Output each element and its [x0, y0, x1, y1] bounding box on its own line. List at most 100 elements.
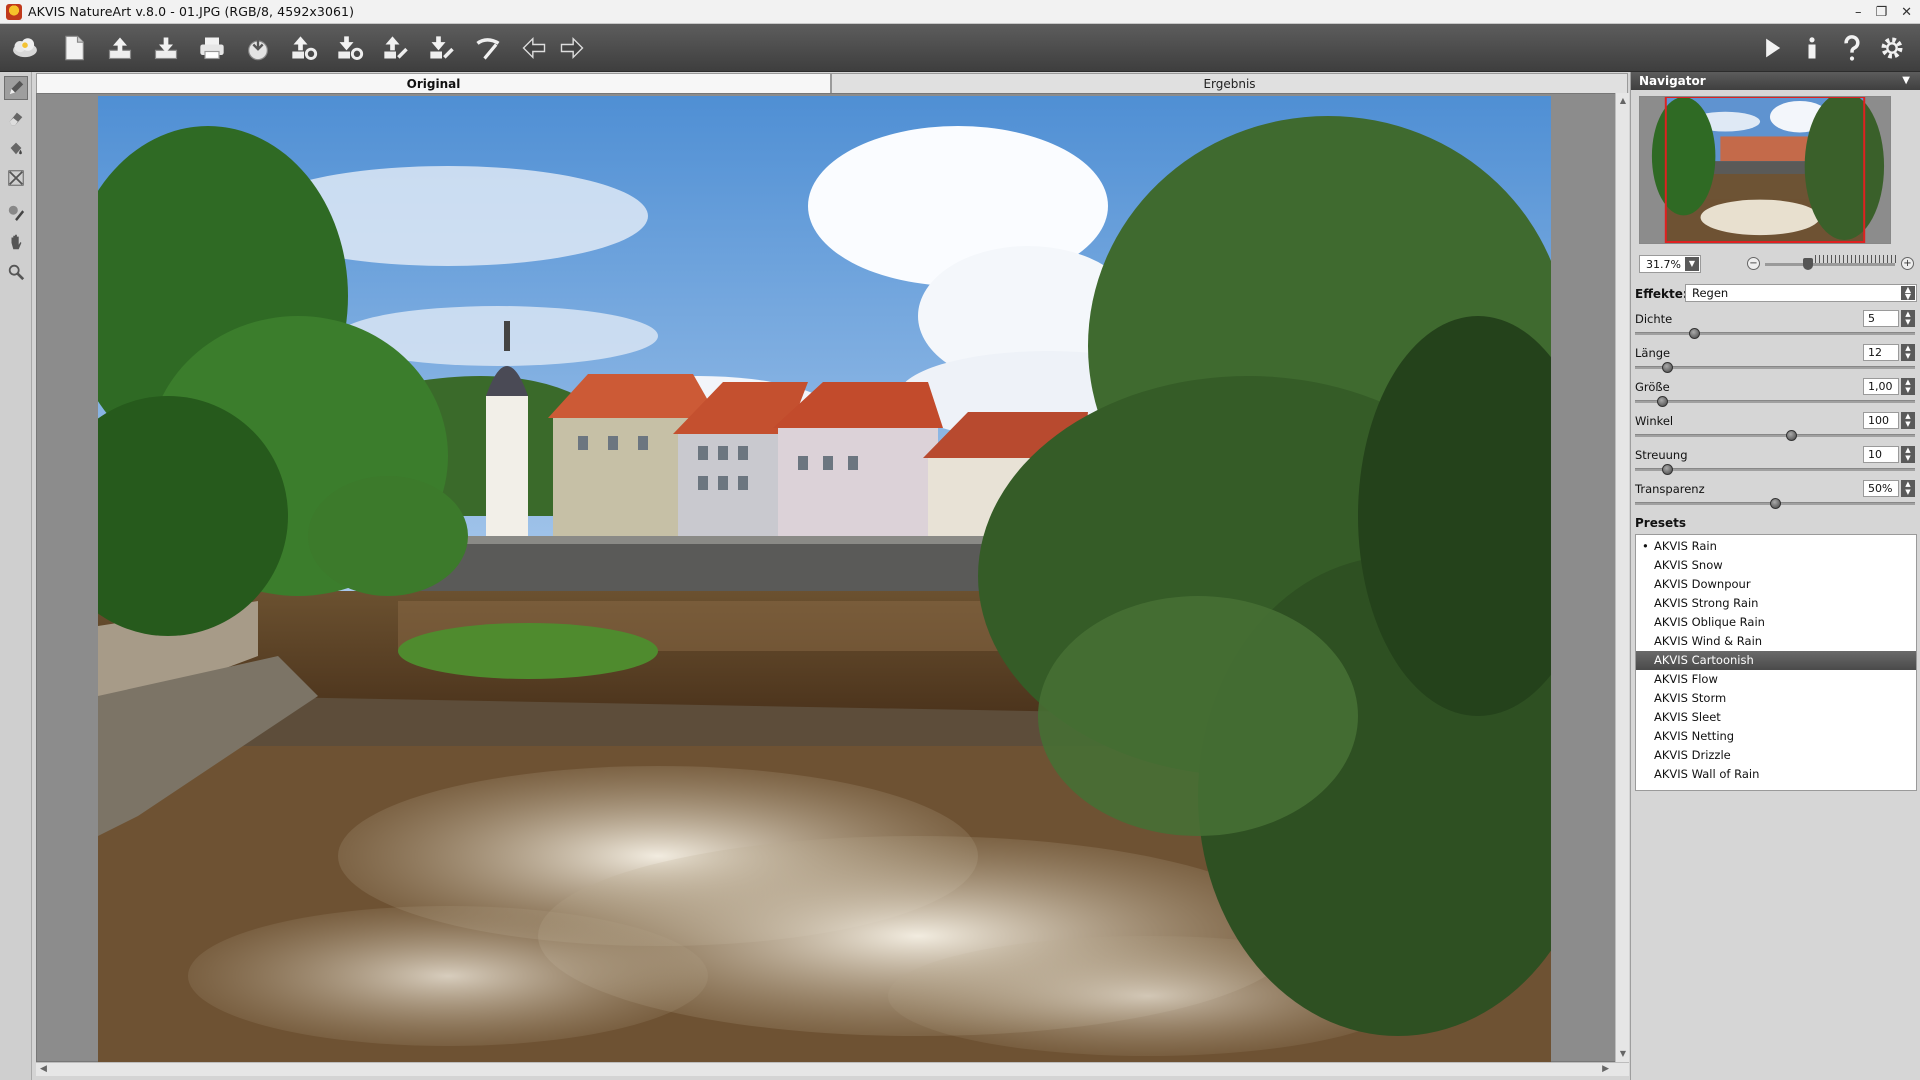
- tab-original[interactable]: Original: [36, 73, 831, 93]
- spinner-icon[interactable]: ▲ ▼: [1901, 412, 1915, 429]
- preset-item[interactable]: AKVIS Wall of Rain: [1636, 765, 1916, 784]
- zoom-slider-handle[interactable]: [1803, 258, 1813, 270]
- preset-item[interactable]: AKVIS Downpour: [1636, 575, 1916, 594]
- save-file-icon[interactable]: [150, 32, 182, 64]
- param-value-field[interactable]: 1,00: [1863, 378, 1899, 395]
- spinner-icon[interactable]: ▲ ▼: [1901, 344, 1915, 361]
- hand-icon[interactable]: [4, 230, 28, 254]
- param-value-field[interactable]: 12: [1863, 344, 1899, 361]
- photo-preview[interactable]: [98, 96, 1551, 1062]
- preset-item[interactable]: AKVIS Snow: [1636, 556, 1916, 575]
- effects-select[interactable]: Regen ▲ ▼: [1685, 284, 1917, 302]
- view-tabs: Original Ergebnis: [36, 73, 1628, 93]
- crop-icon[interactable]: [4, 166, 28, 190]
- vertical-scrollbar[interactable]: ▲ ▼: [1615, 93, 1629, 1062]
- zoom-out-icon[interactable]: −: [1747, 257, 1760, 270]
- chevron-updown-icon[interactable]: ▲ ▼: [1901, 286, 1915, 301]
- brush-settings-icon[interactable]: [472, 32, 504, 64]
- param-slider-track[interactable]: [1635, 332, 1915, 335]
- param-slider-handle[interactable]: [1657, 396, 1668, 407]
- pencil-icon[interactable]: [4, 76, 28, 100]
- open-file-icon[interactable]: [104, 32, 136, 64]
- zoom-field[interactable]: 31.7% ▼: [1639, 255, 1701, 273]
- magic-brush-icon[interactable]: [4, 200, 28, 224]
- param-0: Dichte 5 ▲ ▼: [1635, 310, 1917, 342]
- batch-settings-icon[interactable]: [288, 32, 320, 64]
- import-icon[interactable]: [242, 32, 274, 64]
- close-button[interactable]: ✕: [1901, 5, 1912, 20]
- param-slider-track[interactable]: [1635, 468, 1915, 471]
- param-slider-handle[interactable]: [1770, 498, 1781, 509]
- eraser-icon[interactable]: [4, 106, 28, 130]
- title-bar: AKVIS NatureArt v.8.0 - 01.JPG (RGB/8, 4…: [0, 0, 1920, 24]
- preset-item[interactable]: AKVIS Flow: [1636, 670, 1916, 689]
- preset-item[interactable]: AKVIS Strong Rain: [1636, 594, 1916, 613]
- fill-bucket-icon[interactable]: [4, 136, 28, 160]
- redo-arrow-icon[interactable]: [556, 32, 588, 64]
- info-icon[interactable]: [1796, 32, 1828, 64]
- effects-row: Effekte: Regen ▲ ▼: [1635, 284, 1917, 304]
- scroll-right-icon[interactable]: ▶: [1602, 1064, 1609, 1074]
- zoom-slider[interactable]: [1765, 263, 1895, 266]
- param-slider-handle[interactable]: [1662, 464, 1673, 475]
- param-slider-track[interactable]: [1635, 434, 1915, 437]
- tab-result[interactable]: Ergebnis: [831, 73, 1628, 93]
- save-preset-icon[interactable]: [426, 32, 458, 64]
- preset-item[interactable]: AKVIS Sleet: [1636, 708, 1916, 727]
- scroll-up-icon[interactable]: ▲: [1618, 96, 1628, 106]
- window-controls: – ❐ ✕: [1855, 0, 1912, 24]
- param-3: Winkel 100 ▲ ▼: [1635, 412, 1917, 444]
- horizontal-scrollbar[interactable]: ◀ ▶: [36, 1062, 1629, 1076]
- param-slider-handle[interactable]: [1689, 328, 1700, 339]
- param-slider-handle[interactable]: [1662, 362, 1673, 373]
- akvis-logo-icon[interactable]: [4, 32, 46, 64]
- param-1: Länge 12 ▲ ▼: [1635, 344, 1917, 376]
- export-settings-icon[interactable]: [334, 32, 366, 64]
- param-label: Transparenz: [1635, 482, 1705, 496]
- spinner-icon[interactable]: ▲ ▼: [1901, 446, 1915, 463]
- undo-arrow-icon[interactable]: [518, 32, 550, 64]
- preset-item[interactable]: AKVIS Cartoonish: [1636, 651, 1916, 670]
- zoom-in-icon[interactable]: +: [1901, 257, 1914, 270]
- spinner-icon[interactable]: ▲ ▼: [1901, 310, 1915, 327]
- param-slider-track[interactable]: [1635, 400, 1915, 403]
- param-label: Dichte: [1635, 312, 1673, 326]
- print-icon[interactable]: [196, 32, 228, 64]
- scroll-down-icon[interactable]: ▼: [1618, 1049, 1628, 1059]
- preset-item[interactable]: AKVIS Wind & Rain: [1636, 632, 1916, 651]
- minimize-button[interactable]: –: [1855, 5, 1862, 20]
- effects-label: Effekte:: [1635, 287, 1688, 301]
- preset-item[interactable]: AKVIS Oblique Rain: [1636, 613, 1916, 632]
- chevron-down-icon[interactable]: ▼: [1902, 75, 1910, 86]
- window-title: AKVIS NatureArt v.8.0 - 01.JPG (RGB/8, 4…: [28, 4, 355, 19]
- settings-gear-icon[interactable]: [1876, 32, 1908, 64]
- spinner-icon[interactable]: ▲ ▼: [1901, 480, 1915, 497]
- new-document-icon[interactable]: [58, 32, 90, 64]
- param-2: Größe 1,00 ▲ ▼: [1635, 378, 1917, 410]
- preset-item[interactable]: AKVIS Netting: [1636, 727, 1916, 746]
- zoom-icon[interactable]: [4, 260, 28, 284]
- param-slider-track[interactable]: [1635, 366, 1915, 369]
- param-value-field[interactable]: 50%: [1863, 480, 1899, 497]
- preset-item[interactable]: AKVIS Storm: [1636, 689, 1916, 708]
- chevron-down-icon[interactable]: ▼: [1685, 257, 1699, 271]
- spinner-icon[interactable]: ▲ ▼: [1901, 378, 1915, 395]
- share-icon[interactable]: [380, 32, 412, 64]
- param-label: Winkel: [1635, 414, 1674, 428]
- run-play-icon[interactable]: [1756, 32, 1788, 64]
- navigator-thumbnail[interactable]: [1639, 96, 1891, 244]
- preset-item[interactable]: AKVIS Drizzle: [1636, 746, 1916, 765]
- param-value-field[interactable]: 10: [1863, 446, 1899, 463]
- navigator-header[interactable]: Navigator ▼: [1631, 72, 1920, 90]
- scroll-left-icon[interactable]: ◀: [40, 1064, 47, 1074]
- presets-list[interactable]: AKVIS RainAKVIS SnowAKVIS DownpourAKVIS …: [1635, 534, 1917, 791]
- restore-button[interactable]: ❐: [1875, 5, 1887, 20]
- param-slider-handle[interactable]: [1786, 430, 1797, 441]
- preset-item[interactable]: AKVIS Rain: [1636, 537, 1916, 556]
- param-4: Streuung 10 ▲ ▼: [1635, 446, 1917, 478]
- main-toolbar: [0, 24, 1920, 72]
- param-value-field[interactable]: 5: [1863, 310, 1899, 327]
- help-icon[interactable]: [1836, 32, 1868, 64]
- param-value-field[interactable]: 100: [1863, 412, 1899, 429]
- image-canvas[interactable]: [36, 93, 1629, 1062]
